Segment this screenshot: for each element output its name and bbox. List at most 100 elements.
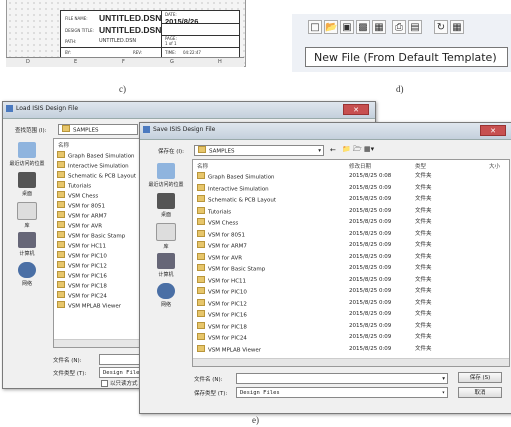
load-list-item[interactable]: VSM for AVR [57, 221, 102, 230]
save-close-button[interactable]: ✕ [480, 125, 506, 136]
save-hscrollbar[interactable] [193, 358, 509, 366]
file-name: VSM for PIC10 [208, 289, 247, 296]
place-recent[interactable]: 最近访问的位置 [7, 142, 47, 167]
library-icon [17, 202, 37, 220]
place-library[interactable]: 库 [7, 202, 47, 229]
save-place-recent[interactable]: 最近访问的位置 [146, 163, 186, 188]
place-label: 桌面 [21, 191, 32, 197]
save-list-item[interactable]: VSM for PIC18 2015/8/25 0:09 文件夹 [193, 321, 493, 331]
modified-header: 修改日期 [349, 164, 372, 170]
file-name: VSM for PIC18 [208, 324, 247, 330]
load-list-item[interactable]: VSM for ARM7 [57, 211, 107, 220]
file-date: 2015/8/25 0:09 [349, 207, 392, 214]
up-folder-icon[interactable]: 📁 [342, 145, 351, 153]
load-list-item[interactable]: VSM for PIC24 [57, 291, 107, 300]
save-list-item[interactable]: VSM for ARM7 2015/8/25 0:09 文件夹 [193, 241, 493, 250]
save-place-computer[interactable]: 计算机 [146, 253, 186, 278]
import-icon[interactable]: ▩ [356, 20, 370, 34]
back-arrow-icon[interactable]: ← [330, 146, 336, 154]
load-list-item[interactable]: VSM for Basic Stamp [57, 231, 125, 240]
new-folder-icon[interactable]: 🗁 [353, 145, 362, 156]
folder-icon [57, 241, 65, 248]
file-type: 文件夹 [415, 311, 432, 317]
save-list-item[interactable]: VSM for HC11 2015/8/25 0:09 文件夹 [193, 275, 493, 285]
save-list-item[interactable]: VSM for 8051 2015/8/25 0:09 文件夹 [193, 229, 493, 239]
save-place-desktop[interactable]: 桌面 [146, 193, 186, 218]
ruler-mark: E [74, 59, 78, 65]
save-file-list[interactable]: 名称 修改日期 类型 大小 Graph Based Simulation 2015… [192, 159, 510, 367]
save-place-library[interactable]: 库 [146, 223, 186, 250]
open-folder-icon[interactable]: 📂 [324, 20, 338, 34]
file-name: VSM for HC11 [208, 278, 247, 284]
view-menu-icon[interactable]: ▦▾ [364, 145, 374, 153]
save-list-item[interactable]: Graph Based Simulation 2015/8/25 0:08 文件夹 [193, 172, 493, 181]
folder-icon [197, 275, 205, 283]
save-list-item[interactable]: Tutorials 2015/8/25 0:09 文件夹 [193, 206, 493, 216]
place-desktop[interactable]: 桌面 [7, 172, 47, 197]
save-list-item[interactable]: VSM for PIC16 2015/8/25 0:09 文件夹 [193, 310, 493, 319]
recent-places-icon [18, 142, 36, 158]
load-list-item[interactable]: Graph Based Simulation [57, 151, 135, 160]
load-list-item[interactable]: VSM for 8051 [57, 201, 105, 210]
save-list-item[interactable]: VSM for PIC10 2015/8/25 0:09 文件夹 [193, 287, 493, 296]
load-list-item[interactable]: VSM MPLAB Viewer [57, 301, 121, 310]
file-name: VSM for PIC12 [208, 301, 247, 307]
save-icon[interactable]: ▣ [340, 20, 354, 34]
save-button[interactable]: 保存 (S) [458, 372, 502, 383]
file-date: 2015/8/25 0:09 [349, 345, 392, 352]
save-list-item[interactable]: Interactive Simulation 2015/8/25 0:09 文件夹 [193, 183, 493, 193]
save-list-item[interactable]: VSM MPLAB Viewer 2015/8/25 0:09 文件夹 [193, 344, 493, 354]
save-filename-input[interactable]: ▾ [236, 373, 448, 384]
save-list-item[interactable]: VSM Chess 2015/8/25 0:09 文件夹 [193, 218, 493, 227]
type-header: 类型 [415, 164, 427, 170]
savein-value: SAMPLES [209, 148, 235, 155]
print-area-icon[interactable]: ▤ [408, 20, 422, 34]
load-filetype-select[interactable]: Design Files [99, 367, 144, 378]
print-icon[interactable]: ⎙ [392, 20, 406, 34]
load-list-item[interactable]: VSM Chess [57, 191, 98, 200]
save-place-network[interactable]: 网络 [146, 283, 186, 308]
file-name: VSM for PIC16 [208, 312, 247, 319]
load-file-list[interactable]: 名称 Graph Based Simulation Interactive Sim… [53, 138, 143, 348]
load-list-item[interactable]: VSM for PIC12 [57, 261, 107, 270]
load-dialog-titlebar: Load ISIS Design File ✕ [3, 102, 375, 119]
save-list-item[interactable]: VSM for PIC12 2015/8/25 0:09 文件夹 [193, 298, 493, 308]
readonly-checkbox[interactable] [101, 380, 108, 387]
refresh-icon[interactable]: ↻ [434, 20, 448, 34]
folder-icon [197, 229, 205, 237]
load-list-item[interactable]: VSM for PIC16 [57, 271, 107, 280]
ruler-mark: F [122, 59, 125, 65]
folder-icon [57, 261, 65, 268]
cancel-button[interactable]: 取消 [458, 387, 502, 398]
file-date: 2015/8/25 0:09 [349, 334, 392, 340]
file-date: 2015/8/25 0:09 [349, 322, 392, 329]
load-list-item[interactable]: VSM for PIC18 [57, 281, 107, 290]
load-hscrollbar[interactable] [54, 339, 142, 347]
save-list-item[interactable]: VSM for AVR 2015/8/25 0:09 文件夹 [193, 252, 493, 262]
load-filename-input[interactable] [99, 354, 144, 365]
save-list-item[interactable]: VSM for PIC24 2015/8/25 0:09 文件夹 [193, 333, 493, 342]
savein-combo[interactable]: SAMPLES ▾ [194, 145, 324, 156]
place-computer[interactable]: 计算机 [7, 232, 47, 257]
save-filetype-select[interactable]: Design Files ▾ [236, 387, 448, 398]
export-icon[interactable]: ▦ [372, 20, 386, 34]
lookin-combo[interactable]: SAMPLES [58, 124, 138, 135]
save-list-item[interactable]: VSM for Basic Stamp 2015/8/25 0:09 文件夹 [193, 264, 493, 273]
load-list-item[interactable]: VSM for PIC10 [57, 251, 107, 260]
load-list-item[interactable]: Tutorials [57, 181, 91, 190]
load-close-button[interactable]: ✕ [343, 104, 369, 115]
lookin-value: SAMPLES [73, 127, 99, 134]
load-list-item[interactable]: VSM for HC11 [57, 241, 106, 250]
grid-icon[interactable]: ▦ [450, 20, 464, 34]
load-list-item[interactable]: Schematic & PCB Layout [57, 171, 136, 180]
network-icon [157, 283, 175, 299]
file-date: 2015/8/25 0:09 [349, 265, 392, 271]
place-network[interactable]: 网络 [7, 262, 47, 287]
folder-icon [197, 298, 205, 306]
load-list-item[interactable]: Interactive Simulation [57, 161, 129, 170]
file-type: 文件夹 [415, 265, 432, 271]
place-label: 库 [163, 244, 169, 250]
new-file-icon[interactable]: □ [308, 20, 322, 34]
app-icon [6, 105, 13, 112]
save-list-item[interactable]: Schematic & PCB Layout 2015/8/25 0:09 文件夹 [193, 195, 493, 204]
